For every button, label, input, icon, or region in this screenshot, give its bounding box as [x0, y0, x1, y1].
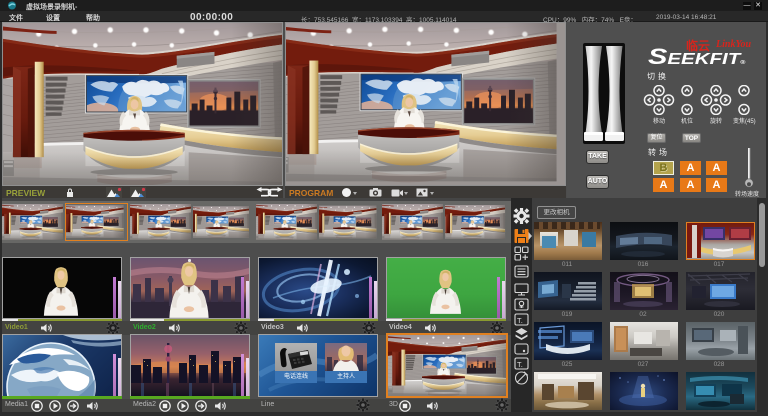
svg-text:T.: T.: [517, 316, 523, 325]
svg-text:T.: T.: [517, 360, 523, 369]
